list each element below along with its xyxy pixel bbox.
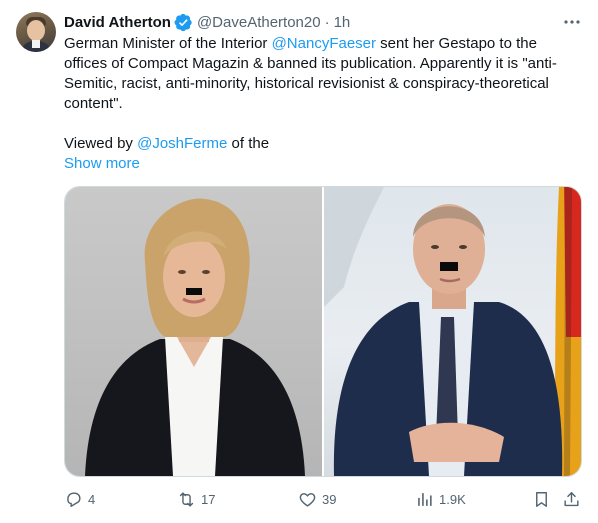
views-button[interactable]: 1.9K (415, 487, 466, 511)
reply-icon (67, 491, 81, 507)
avatar[interactable] (16, 12, 56, 52)
tweet-line: content". (64, 95, 123, 112)
like-count: 39 (322, 491, 337, 507)
avatar-collar (32, 40, 40, 48)
reply-button[interactable]: 4 (64, 487, 95, 511)
tweet-line: Viewed by @JoshFerme of the (64, 134, 584, 154)
share-button[interactable] (562, 487, 581, 511)
repost-button[interactable]: 17 (177, 487, 215, 511)
show-more-link[interactable]: Show more (64, 154, 584, 174)
views-count: 1.9K (439, 491, 466, 507)
author-name[interactable]: David Atherton (64, 14, 171, 31)
action-bar: 4 17 39 1.9K (64, 487, 584, 511)
share-icon (564, 491, 579, 506)
tweet-text-segment: of the (227, 135, 270, 152)
repost-icon (179, 491, 194, 507)
mention-link[interactable]: @NancyFaeser (272, 35, 376, 52)
header-separator: · (324, 13, 330, 31)
photo-woman-illustration (85, 198, 305, 476)
bookmark-button[interactable] (532, 487, 551, 511)
tweet-text-segment: sent her Gestapo to the (376, 35, 537, 52)
views-chart-icon (418, 492, 432, 506)
verified-badge-icon[interactable] (174, 13, 193, 32)
repost-count: 17 (201, 491, 216, 507)
tweet-line: Semitic, racist, anti-minority, historic… (64, 75, 549, 92)
tweet-line: offices of Compact Magazin & banned its … (64, 55, 557, 72)
timestamp[interactable]: 1h (334, 14, 351, 31)
heart-icon (299, 492, 316, 507)
tweet-text: German Minister of the Interior @NancyFa… (64, 34, 584, 174)
photo-man[interactable] (324, 187, 581, 476)
mention-link[interactable]: @JoshFerme (137, 135, 227, 152)
reply-count: 4 (88, 491, 96, 507)
photo-man-illustration (324, 187, 581, 476)
tweet-text-segment: Viewed by (64, 135, 138, 152)
author-handle[interactable]: @DaveAtherton20 (197, 14, 321, 31)
tweet-line: German Minister of the Interior @NancyFa… (64, 34, 584, 54)
avatar-face (27, 20, 45, 41)
media-grid (64, 186, 582, 477)
photo-woman[interactable] (65, 187, 322, 476)
like-button[interactable]: 39 (298, 487, 336, 511)
bookmark-icon (536, 491, 547, 507)
more-dots-icon[interactable] (562, 12, 582, 32)
tweet-header: David Atherton @DaveAtherton20 · 1h (64, 12, 350, 32)
tweet-card[interactable]: David Atherton @DaveAtherton20 · 1h Germ… (0, 0, 598, 523)
tweet-text-segment: German Minister of the Interior (64, 35, 272, 52)
